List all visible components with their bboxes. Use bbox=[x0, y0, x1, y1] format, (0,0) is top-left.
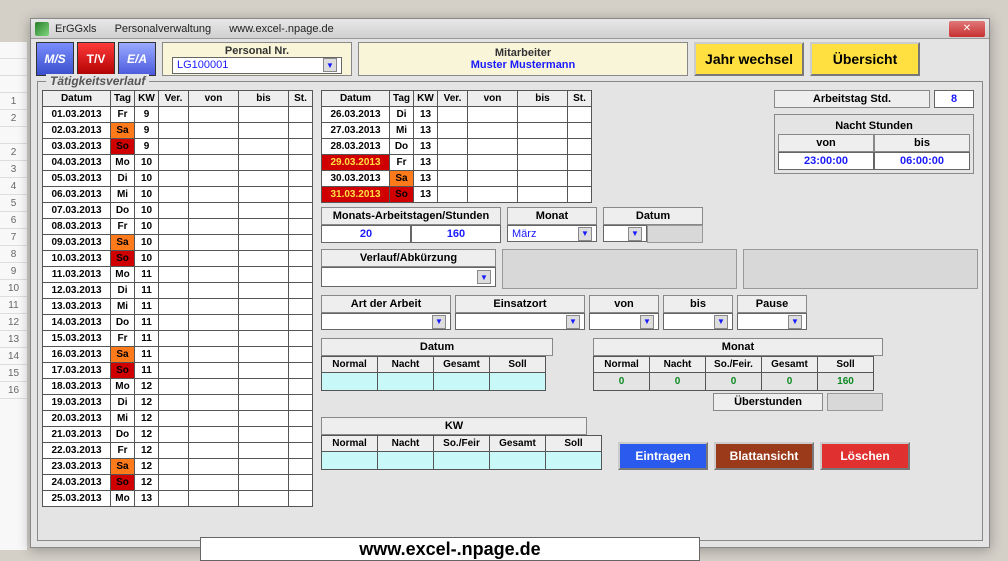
workdays-label: Monats-Arbeitstagen/Stunden bbox=[321, 207, 501, 225]
arbeitstag-value: 8 bbox=[934, 90, 974, 108]
table-row[interactable]: 13.03.2013Mi11 bbox=[43, 299, 313, 315]
excel-row-headers: 122345678910111213141516 bbox=[0, 42, 28, 550]
nacht-von-label: von bbox=[778, 134, 874, 152]
table-row[interactable]: 09.03.2013Sa10 bbox=[43, 235, 313, 251]
table-row[interactable]: 20.03.2013Mi12 bbox=[43, 411, 313, 427]
datum-select[interactable]: ▼ bbox=[603, 225, 647, 242]
app-icon bbox=[35, 22, 49, 36]
verlauf-label: Verlauf/Abkürzung bbox=[321, 249, 496, 267]
nacht-bis: 06:00:00 bbox=[874, 152, 970, 170]
table-row[interactable]: 06.03.2013Mi10 bbox=[43, 187, 313, 203]
table-row[interactable]: 11.03.2013Mo11 bbox=[43, 267, 313, 283]
table-row[interactable]: 10.03.2013So10 bbox=[43, 251, 313, 267]
datum-label: Datum bbox=[603, 207, 703, 225]
einsatz-label: Einsatzort bbox=[455, 295, 585, 313]
monat-label: Monat bbox=[507, 207, 597, 225]
monat-select[interactable]: März▼ bbox=[507, 225, 597, 242]
table-row[interactable]: 16.03.2013Sa11 bbox=[43, 347, 313, 363]
pause-select[interactable]: ▼ bbox=[737, 313, 807, 330]
verlauf-select[interactable]: ▼ bbox=[321, 267, 496, 287]
datum-extra bbox=[647, 225, 703, 243]
table-row[interactable]: 18.03.2013Mo12 bbox=[43, 379, 313, 395]
nacht-bis-label: bis bbox=[874, 134, 970, 152]
personal-label: Personal Nr. bbox=[225, 45, 289, 57]
einsatz-select[interactable]: ▼ bbox=[455, 313, 585, 330]
table-row[interactable]: 05.03.2013Di10 bbox=[43, 171, 313, 187]
workdays-days: 20 bbox=[321, 225, 411, 243]
table-row[interactable]: 02.03.2013Sa9 bbox=[43, 123, 313, 139]
dates-table-2: DatumTagKWVer.vonbisSt. 26.03.2013Di1327… bbox=[321, 90, 592, 203]
table-row[interactable]: 30.03.2013Sa13 bbox=[322, 171, 592, 187]
eintragen-button[interactable]: Eintragen bbox=[618, 442, 708, 470]
title-section: Personalverwaltung bbox=[115, 23, 212, 35]
blattansicht-button[interactable]: Blattansicht bbox=[714, 442, 814, 470]
workdays-hours: 160 bbox=[411, 225, 501, 243]
frame-legend: Tätigkeitsverlauf bbox=[46, 74, 149, 88]
table-row[interactable]: 25.03.2013Mo13 bbox=[43, 491, 313, 507]
monat-sum-title: Monat bbox=[593, 338, 883, 356]
mitarbeiter-value: Muster Mustermann bbox=[471, 59, 576, 71]
titlebar: ErGGxls Personalverwaltung www.excel-.np… bbox=[31, 19, 989, 39]
kw-sum-table: NormalNachtSo./FeirGesamtSoll bbox=[321, 435, 602, 470]
table-row[interactable]: 14.03.2013Do11 bbox=[43, 315, 313, 331]
mode-ms-button[interactable]: M/S bbox=[36, 42, 74, 76]
title-app: ErGGxls bbox=[55, 23, 97, 35]
pause-label: Pause bbox=[737, 295, 807, 313]
von-select[interactable]: ▼ bbox=[589, 313, 659, 330]
dropdown-icon: ▼ bbox=[323, 58, 337, 72]
table-row[interactable]: 17.03.2013So11 bbox=[43, 363, 313, 379]
nacht-title: Nacht Stunden bbox=[778, 118, 970, 134]
datum-sum-title: Datum bbox=[321, 338, 553, 356]
table-row[interactable]: 24.03.2013So12 bbox=[43, 475, 313, 491]
art-select[interactable]: ▼ bbox=[321, 313, 451, 330]
von-label: von bbox=[589, 295, 659, 313]
main-window: ErGGxls Personalverwaltung www.excel-.np… bbox=[30, 18, 990, 548]
art-label: Art der Arbeit bbox=[321, 295, 451, 313]
table-row[interactable]: 19.03.2013Di12 bbox=[43, 395, 313, 411]
table-row[interactable]: 23.03.2013Sa12 bbox=[43, 459, 313, 475]
monat-sum-table: NormalNachtSo./Feir.GesamtSoll0000160 bbox=[593, 356, 874, 391]
table-row[interactable]: 22.03.2013Fr12 bbox=[43, 443, 313, 459]
table-row[interactable]: 31.03.2013So13 bbox=[322, 187, 592, 203]
mode-ea-button[interactable]: E/A bbox=[118, 42, 156, 76]
personal-select[interactable]: LG100001 ▼ bbox=[172, 57, 342, 74]
kw-sum-title: KW bbox=[321, 417, 587, 435]
datum-sum-table: NormalNachtGesamtSoll bbox=[321, 356, 546, 391]
table-row[interactable]: 26.03.2013Di13 bbox=[322, 107, 592, 123]
table-row[interactable]: 27.03.2013Mi13 bbox=[322, 123, 592, 139]
title-url: www.excel-.npage.de bbox=[229, 23, 334, 35]
table-row[interactable]: 29.03.2013Fr13 bbox=[322, 155, 592, 171]
table-row[interactable]: 03.03.2013So9 bbox=[43, 139, 313, 155]
verlauf-box-2 bbox=[743, 249, 978, 289]
table-row[interactable]: 21.03.2013Do12 bbox=[43, 427, 313, 443]
table-row[interactable]: 12.03.2013Di11 bbox=[43, 283, 313, 299]
loeschen-button[interactable]: Löschen bbox=[820, 442, 910, 470]
mitarbeiter-label: Mitarbeiter bbox=[495, 47, 551, 59]
dates-table-1: DatumTagKWVer.vonbisSt. 01.03.2013Fr902.… bbox=[42, 90, 313, 507]
table-row[interactable]: 28.03.2013Do13 bbox=[322, 139, 592, 155]
jahr-wechsel-button[interactable]: Jahr wechsel bbox=[694, 42, 804, 76]
ueberstunden-value bbox=[827, 393, 883, 411]
personal-value: LG100001 bbox=[177, 59, 228, 71]
arbeitstag-label: Arbeitstag Std. bbox=[774, 90, 930, 108]
bis-label: bis bbox=[663, 295, 733, 313]
close-button[interactable]: ✕ bbox=[949, 21, 985, 37]
table-row[interactable]: 07.03.2013Do10 bbox=[43, 203, 313, 219]
uebersicht-button[interactable]: Übersicht bbox=[810, 42, 920, 76]
table-row[interactable]: 08.03.2013Fr10 bbox=[43, 219, 313, 235]
bis-select[interactable]: ▼ bbox=[663, 313, 733, 330]
table-row[interactable]: 04.03.2013Mo10 bbox=[43, 155, 313, 171]
mode-tv-button[interactable]: T/V bbox=[77, 42, 115, 76]
verlauf-box-1 bbox=[502, 249, 737, 289]
table-row[interactable]: 01.03.2013Fr9 bbox=[43, 107, 313, 123]
nacht-von: 23:00:00 bbox=[778, 152, 874, 170]
table-row[interactable]: 15.03.2013Fr11 bbox=[43, 331, 313, 347]
footer-url: www.excel-.npage.de bbox=[200, 537, 700, 561]
ueberstunden-label: Überstunden bbox=[713, 393, 823, 411]
